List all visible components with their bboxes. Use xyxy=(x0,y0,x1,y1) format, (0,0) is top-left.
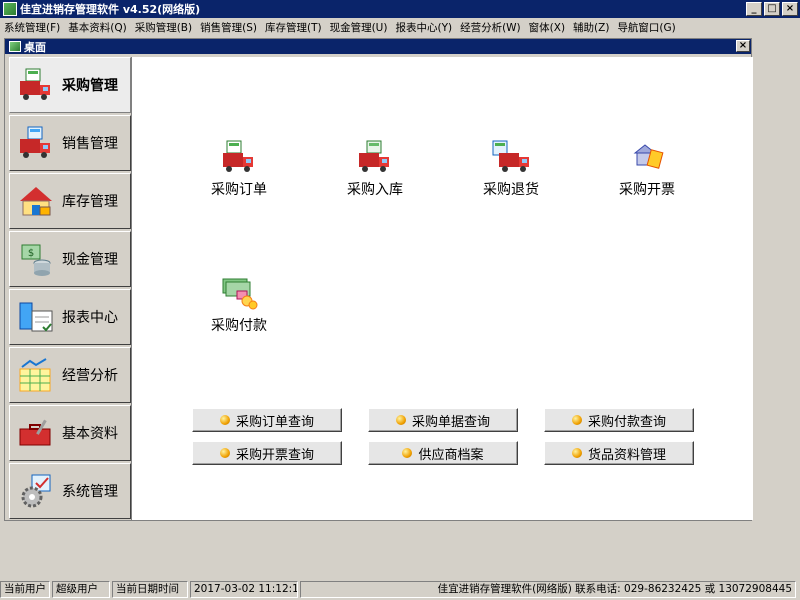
supplier-records-button[interactable]: 供应商档案 xyxy=(368,441,518,465)
purchase-invoice-icon xyxy=(633,144,664,169)
bullet-icon xyxy=(402,448,413,458)
close-button[interactable]: × xyxy=(782,2,798,16)
purchase-payment-query-label: 采购付款查询 xyxy=(587,414,666,430)
toolbox-icon xyxy=(19,419,51,446)
purchase-return-icon xyxy=(492,140,529,172)
maximize-button[interactable]: □ xyxy=(764,2,780,16)
bullet-icon xyxy=(219,415,230,425)
sales-truck-icon xyxy=(20,126,50,158)
app-icon xyxy=(3,2,17,16)
workspace: 采购订单 采购入库 采购退货 采购开票 采购付款 采购订单查询 采购单据查询 采… xyxy=(131,57,753,520)
nav-label-analysis: 经营分析 xyxy=(62,368,118,384)
cash-coins-icon: $ xyxy=(21,244,51,276)
bullet-icon xyxy=(395,415,406,425)
purchase-order-icon xyxy=(223,140,253,172)
product-data-management-button[interactable]: 货品资料管理 xyxy=(544,441,694,465)
purchase-document-query-button[interactable]: 采购单据查询 xyxy=(368,408,518,432)
menu-help[interactable]: 辅助(Z) xyxy=(569,20,613,35)
bullet-icon xyxy=(571,415,582,425)
tile-purchase-order[interactable]: 采购订单 xyxy=(194,139,284,199)
menu-purchase[interactable]: 采购管理(B) xyxy=(131,20,196,35)
nav-item-sales[interactable]: 销售管理 xyxy=(9,115,131,171)
nav-item-basic-data[interactable]: 基本资料 xyxy=(9,405,131,461)
bullet-icon xyxy=(219,448,230,458)
purchase-payment-icon xyxy=(222,278,258,310)
purchase-order-query-label: 采购订单查询 xyxy=(235,414,314,430)
menu-nav-window[interactable]: 导航窗口(G) xyxy=(613,20,679,35)
menu-cash[interactable]: 现金管理(U) xyxy=(326,20,392,35)
svg-text:$: $ xyxy=(28,248,34,259)
nav-item-purchase[interactable]: 采购管理 xyxy=(9,57,131,113)
status-user-value: 超级用户 xyxy=(52,581,110,598)
nav-label-inventory: 库存管理 xyxy=(62,194,118,210)
nav-item-system[interactable]: 系统管理 xyxy=(9,463,131,519)
minimize-button[interactable]: _ xyxy=(746,2,762,16)
warehouse-icon xyxy=(20,187,52,216)
menu-basic-data[interactable]: 基本资料(Q) xyxy=(64,20,130,35)
purchase-order-query-button[interactable]: 采购订单查询 xyxy=(192,408,342,432)
status-info: 佳宜进销存管理软件(网络版) 联系电话: 029-86232425 或 1307… xyxy=(300,581,796,598)
tile-label-purchase-inbound: 采购入库 xyxy=(347,182,403,198)
status-user-label: 当前用户 xyxy=(0,581,50,598)
desktop-icon xyxy=(9,41,21,52)
nav-label-system: 系统管理 xyxy=(62,484,118,500)
purchase-truck-icon xyxy=(20,68,50,100)
desktop-title: 桌面 xyxy=(24,40,46,54)
purchase-invoice-query-button[interactable]: 采购开票查询 xyxy=(192,441,342,465)
tile-purchase-return[interactable]: 采购退货 xyxy=(466,139,556,199)
app-titlebar: 佳宜进销存管理软件 v4.52(网络版) _ □ × xyxy=(0,0,800,18)
supplier-records-label: 供应商档案 xyxy=(418,447,484,463)
analysis-icon xyxy=(19,358,51,392)
report-icon xyxy=(19,302,53,332)
tile-label-purchase-order: 采购订单 xyxy=(211,182,267,198)
bullet-icon xyxy=(571,448,582,458)
product-data-management-label: 货品资料管理 xyxy=(587,447,666,463)
status-date-label: 当前日期时间 xyxy=(112,581,188,598)
tile-label-purchase-payment: 采购付款 xyxy=(211,318,267,334)
purchase-payment-query-button[interactable]: 采购付款查询 xyxy=(544,408,694,432)
nav-item-inventory[interactable]: 库存管理 xyxy=(9,173,131,229)
menu-window[interactable]: 窗体(X) xyxy=(525,20,569,35)
system-gear-icon xyxy=(21,474,51,508)
tile-purchase-invoice[interactable]: 采购开票 xyxy=(602,139,692,199)
menubar: 系统管理(F) 基本资料(Q) 采购管理(B) 销售管理(S) 库存管理(T) … xyxy=(0,18,800,36)
menu-inventory[interactable]: 库存管理(T) xyxy=(261,20,326,35)
menu-reports[interactable]: 报表中心(Y) xyxy=(391,20,456,35)
module-nav: 采购管理 销售管理 库存管理 $ 现金管理 报表中心 经营分析 基本资料 系统管… xyxy=(9,57,131,519)
nav-item-cash[interactable]: $ 现金管理 xyxy=(9,231,131,287)
purchase-document-query-label: 采购单据查询 xyxy=(411,414,490,430)
purchase-invoice-query-label: 采购开票查询 xyxy=(235,447,314,463)
app-title: 佳宜进销存管理软件 v4.52(网络版) xyxy=(20,3,201,16)
menu-analysis[interactable]: 经营分析(W) xyxy=(456,20,525,35)
status-datetime: 2017-03-02 11:12:10 xyxy=(190,581,298,598)
nav-label-basic-data: 基本资料 xyxy=(62,426,118,442)
desktop-close-button[interactable]: × xyxy=(736,40,750,52)
nav-item-analysis[interactable]: 经营分析 xyxy=(9,347,131,403)
nav-label-sales: 销售管理 xyxy=(62,136,118,152)
nav-item-reports[interactable]: 报表中心 xyxy=(9,289,131,345)
tile-label-purchase-return: 采购退货 xyxy=(483,182,539,198)
menu-system[interactable]: 系统管理(F) xyxy=(0,20,64,35)
desktop-window: 桌面 × 采购管理 销售管理 库存管理 $ 现金管理 报表中心 经营分析 基本资… xyxy=(4,38,753,521)
desktop-titlebar: 桌面 × xyxy=(5,39,751,54)
nav-label-purchase: 采购管理 xyxy=(62,78,118,94)
menu-sales[interactable]: 销售管理(S) xyxy=(196,20,261,35)
statusbar: 当前用户 超级用户 当前日期时间 2017-03-02 11:12:10 佳宜进… xyxy=(0,581,800,600)
tile-purchase-inbound[interactable]: 采购入库 xyxy=(330,139,420,199)
nav-label-cash: 现金管理 xyxy=(62,252,118,268)
tile-purchase-payment[interactable]: 采购付款 xyxy=(194,275,284,335)
nav-label-reports: 报表中心 xyxy=(62,310,118,326)
purchase-inbound-icon xyxy=(359,140,389,172)
tile-label-purchase-invoice: 采购开票 xyxy=(619,182,675,198)
